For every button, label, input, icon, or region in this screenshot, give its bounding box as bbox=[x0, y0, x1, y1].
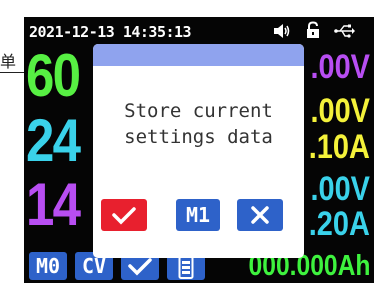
set-current-value: 24 bbox=[26, 107, 81, 174]
output-voltage-2-value: .00V bbox=[310, 92, 370, 130]
dialog-message-line-2: settings data bbox=[124, 126, 273, 148]
dialog-message-line-1: Store current bbox=[124, 100, 273, 122]
output-current-value: .10A bbox=[308, 128, 370, 166]
memory-m1-button[interactable]: M1 bbox=[176, 199, 220, 231]
device-screen: 2021-12-13 14:35:13 60 24 14 .00V .00V .… bbox=[24, 17, 374, 283]
status-bar: 2021-12-13 14:35:13 bbox=[24, 17, 374, 43]
set-power-value: 14 bbox=[26, 171, 81, 238]
speaker-icon bbox=[273, 23, 291, 39]
cancel-button[interactable] bbox=[237, 199, 283, 231]
cancel-x-icon bbox=[251, 206, 269, 224]
datetime: 2021-12-13 14:35:13 bbox=[29, 23, 192, 41]
memory-slot-badge: M0 bbox=[29, 252, 67, 280]
background-underline bbox=[0, 72, 24, 73]
confirm-button[interactable] bbox=[101, 199, 147, 231]
confirm-check-icon bbox=[112, 207, 136, 225]
set-voltage-value: 60 bbox=[26, 42, 81, 109]
dialog-message: Store current settings data bbox=[93, 98, 304, 150]
output-voltage-value: .00V bbox=[310, 48, 370, 86]
usb-icon bbox=[334, 23, 356, 39]
background-text-fragment: 单 bbox=[0, 54, 17, 71]
output-current-2-value: .20A bbox=[308, 205, 370, 243]
output-voltage-3-value: .00V bbox=[310, 170, 370, 208]
lock-icon bbox=[304, 21, 322, 38]
store-settings-dialog: Store current settings data M1 bbox=[93, 44, 304, 258]
dialog-header bbox=[93, 44, 304, 66]
